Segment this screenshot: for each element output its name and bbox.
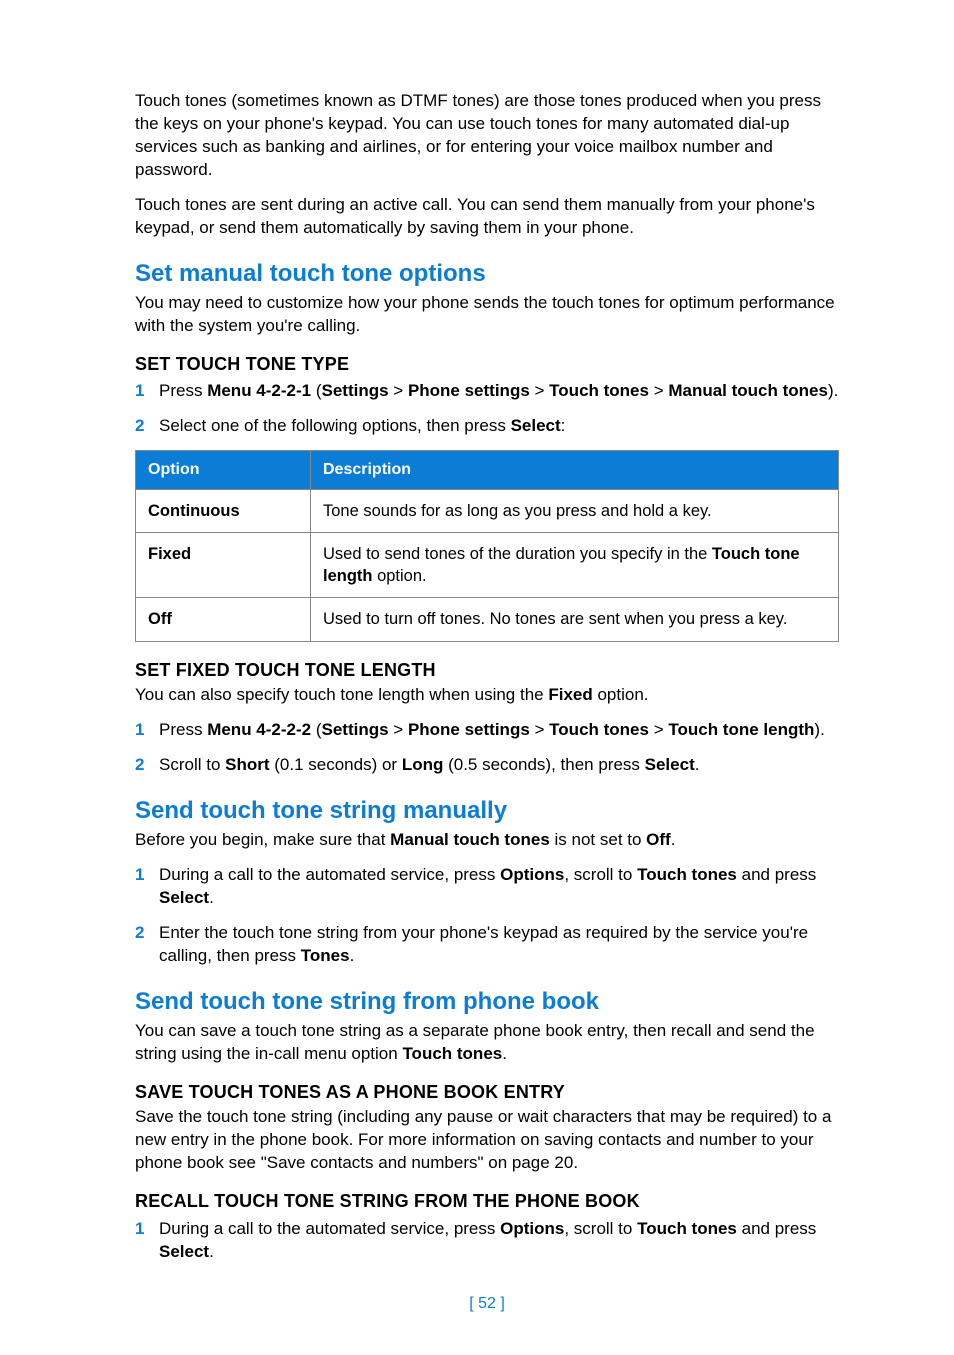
touch-tone-type-steps: 1Press Menu 4-2-2-1 (Settings > Phone se…	[135, 380, 839, 438]
heading-send-string-phonebook: Send touch tone string from phone book	[135, 986, 839, 1018]
list-item: 2Scroll to Short (0.1 seconds) or Long (…	[135, 754, 839, 777]
sec1-lead: You may need to customize how your phone…	[135, 292, 839, 338]
heading-set-touch-tone-type: SET TOUCH TONE TYPE	[135, 352, 839, 376]
heading-set-manual-options: Set manual touch tone options	[135, 258, 839, 290]
step-number: 1	[135, 864, 144, 887]
page-number: [ 52 ]	[135, 1293, 839, 1315]
list-item: 2Enter the touch tone string from your p…	[135, 922, 839, 968]
table-row: Off Used to turn off tones. No tones are…	[136, 598, 839, 641]
fixed-length-steps: 1Press Menu 4-2-2-2 (Settings > Phone se…	[135, 719, 839, 777]
list-item: 1Press Menu 4-2-2-2 (Settings > Phone se…	[135, 719, 839, 742]
desc-off: Used to turn off tones. No tones are sen…	[311, 598, 839, 641]
list-item: 1During a call to the automated service,…	[135, 864, 839, 910]
step-number: 1	[135, 380, 144, 403]
send-manual-lead: Before you begin, make sure that Manual …	[135, 829, 839, 852]
heading-set-fixed-length: SET FIXED TOUCH TONE LENGTH	[135, 658, 839, 682]
step-number: 1	[135, 1218, 144, 1241]
table-header-row: Option Description	[136, 451, 839, 490]
list-item: 2Select one of the following options, th…	[135, 415, 839, 438]
intro-paragraph-1: Touch tones (sometimes known as DTMF ton…	[135, 90, 839, 182]
save-phonebook-body: Save the touch tone string (including an…	[135, 1106, 839, 1175]
table-header-description: Description	[311, 451, 839, 490]
table-row: Fixed Used to send tones of the duration…	[136, 532, 839, 598]
touch-tone-options-table: Option Description Continuous Tone sound…	[135, 450, 839, 642]
option-off: Off	[136, 598, 311, 641]
intro-paragraph-2: Touch tones are sent during an active ca…	[135, 194, 839, 240]
desc-fixed: Used to send tones of the duration you s…	[311, 532, 839, 598]
send-manual-steps: 1During a call to the automated service,…	[135, 864, 839, 968]
step-number: 2	[135, 754, 144, 777]
heading-send-string-manually: Send touch tone string manually	[135, 795, 839, 827]
table-row: Continuous Tone sounds for as long as yo…	[136, 489, 839, 532]
step-number: 2	[135, 922, 144, 945]
table-header-option: Option	[136, 451, 311, 490]
list-item: 1During a call to the automated service,…	[135, 1218, 839, 1264]
desc-continuous: Tone sounds for as long as you press and…	[311, 489, 839, 532]
step-number: 1	[135, 719, 144, 742]
fixed-length-lead: You can also specify touch tone length w…	[135, 684, 839, 707]
option-continuous: Continuous	[136, 489, 311, 532]
heading-save-phonebook-entry: SAVE TOUCH TONES AS A PHONE BOOK ENTRY	[135, 1080, 839, 1104]
heading-recall-phonebook: RECALL TOUCH TONE STRING FROM THE PHONE …	[135, 1189, 839, 1213]
phonebook-lead: You can save a touch tone string as a se…	[135, 1020, 839, 1066]
option-fixed: Fixed	[136, 532, 311, 598]
recall-phonebook-steps: 1During a call to the automated service,…	[135, 1218, 839, 1264]
list-item: 1Press Menu 4-2-2-1 (Settings > Phone se…	[135, 380, 839, 403]
step-number: 2	[135, 415, 144, 438]
